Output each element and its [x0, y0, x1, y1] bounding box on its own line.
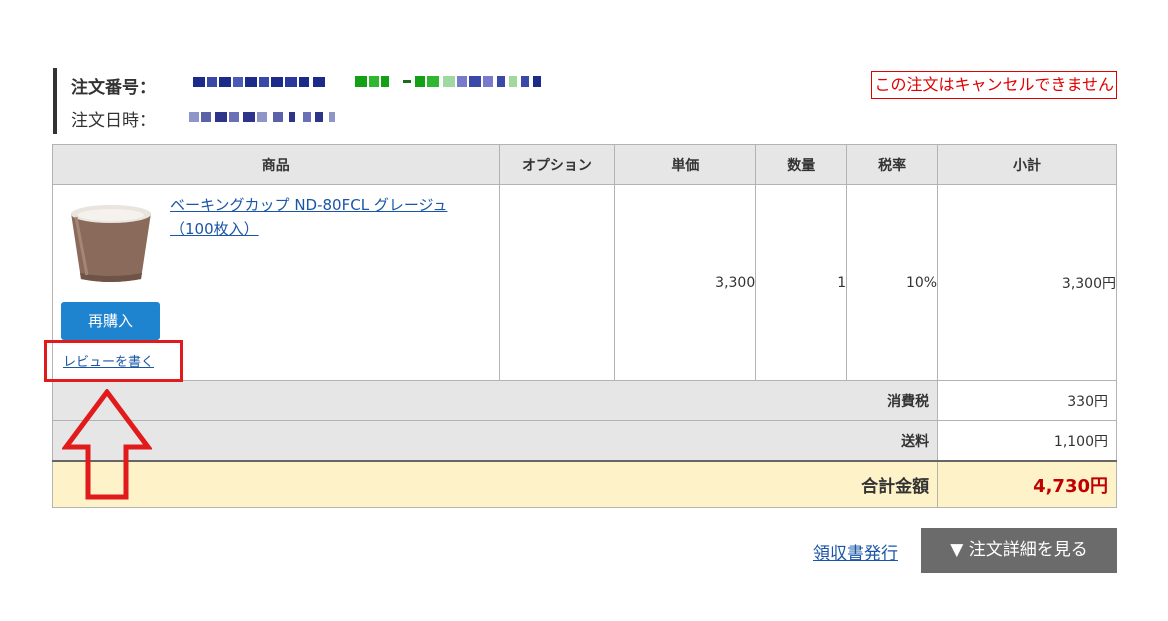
- subtotal-cell: 3,300円: [937, 184, 1117, 381]
- issue-receipt-link[interactable]: 領収書発行: [813, 539, 898, 564]
- table-row: ベーキングカップ ND-80FCL グレージュ（100枚入） 再購入 レビューを…: [52, 184, 1117, 381]
- total-value: 4,730円: [937, 460, 1117, 508]
- header-tax-rate: 税率: [846, 144, 939, 185]
- order-date-label: 注文日時：: [71, 111, 156, 131]
- shipping-value: 1,100円: [937, 420, 1117, 462]
- header-subtotal: 小計: [937, 144, 1117, 185]
- review-link-highlight: [44, 340, 183, 382]
- rebuy-button[interactable]: 再購入: [61, 302, 160, 340]
- baking-cup-image[interactable]: [67, 203, 155, 285]
- table-header-row: 商品 オプション 単価 数量 税率 小計: [52, 144, 1117, 185]
- cancel-not-allowed-notice: この注文はキャンセルできません: [871, 71, 1117, 99]
- header-product: 商品: [52, 144, 500, 185]
- tax-value: 330円: [937, 380, 1117, 421]
- tax-rate-cell: 10%: [846, 184, 939, 381]
- order-history-page: 注文番号： 注文日時： この注文はキャンセルできません 商品 オプション 単価 …: [0, 0, 1168, 621]
- order-number-row: 注文番号：: [71, 73, 156, 98]
- quantity-cell: 1: [755, 184, 848, 381]
- order-header: 注文番号： 注文日時： この注文はキャンセルできません: [53, 68, 1117, 134]
- view-order-details-button[interactable]: ▼ 注文詳細を見る: [921, 528, 1117, 573]
- shipping-label: 送料: [51, 420, 939, 462]
- total-row: 合計金額 4,730円: [51, 460, 1117, 508]
- up-arrow-icon: [62, 389, 152, 500]
- shipping-row: 送料 1,100円: [51, 420, 1117, 462]
- tax-label: 消費税: [51, 380, 939, 421]
- order-items-table: 商品 オプション 単価 数量 税率 小計 ベーキングカップ ND-80FCL グ…: [51, 144, 1117, 508]
- total-label: 合計金額: [51, 460, 939, 508]
- option-cell: [498, 184, 616, 381]
- order-number-redacted: [193, 76, 541, 87]
- product-name-link[interactable]: ベーキングカップ ND-80FCL グレージュ（100枚入）: [170, 193, 460, 241]
- tax-row: 消費税 330円: [51, 380, 1117, 421]
- unit-price-cell: 3,300: [614, 184, 757, 381]
- order-date-redacted: [189, 112, 335, 122]
- header-quantity: 数量: [755, 144, 848, 185]
- order-date-row: 注文日時：: [71, 106, 156, 131]
- header-option: オプション: [498, 144, 616, 185]
- header-unit-price: 単価: [614, 144, 757, 185]
- order-number-label: 注文番号：: [71, 78, 156, 98]
